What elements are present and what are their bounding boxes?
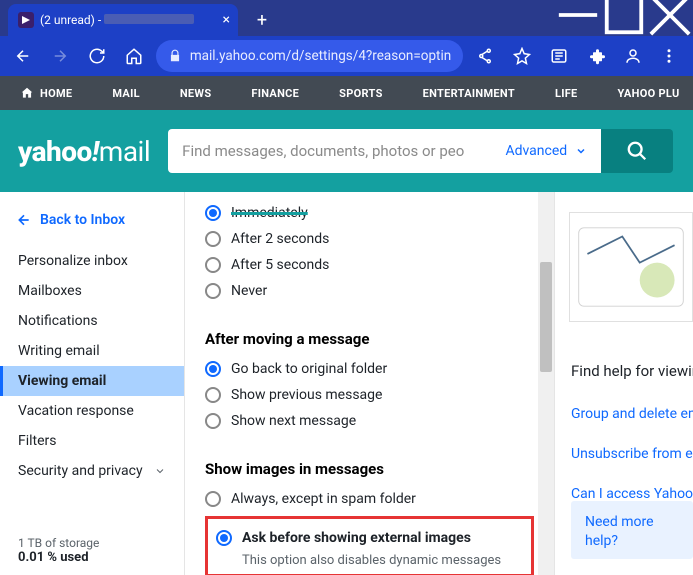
help-title: Find help for viewing [571,362,693,380]
more-help-box: Need more help? [571,501,693,559]
tab-favicon [18,12,34,28]
sidebar-item-personalize[interactable]: Personalize inbox [0,246,184,276]
nav-life[interactable]: LIFE [555,87,578,100]
reading-list-icon[interactable] [543,40,574,72]
yahoo-topnav: HOME MAIL NEWS FINANCE SPORTS ENTERTAINM… [0,76,693,110]
storage-info: 1 TB of storage 0.01 % used [18,536,99,565]
extensions-icon[interactable] [580,40,611,72]
menu-icon[interactable] [654,40,685,72]
radio-go-back[interactable]: Go back to original folder [205,356,534,382]
scrollbar-vertical[interactable] [538,192,554,575]
arrow-left-icon [16,212,32,228]
help-link-unsubscribe[interactable]: Unsubscribe from em [571,446,693,462]
browser-tab[interactable]: (2 unread) - × [8,4,238,36]
reload-icon[interactable] [82,40,113,72]
sidebar-item-filters[interactable]: Filters [0,426,184,456]
nav-finance[interactable]: FINANCE [251,87,299,100]
search-input[interactable] [182,142,491,160]
radio-never[interactable]: Never [205,278,534,304]
radio-always-except-spam[interactable]: Always, except in spam folder [205,486,534,512]
search-button[interactable] [601,129,673,173]
option-sublabel: This option also disables dynamic messag… [242,553,523,568]
nav-sports[interactable]: SPORTS [339,87,382,100]
more-help-link[interactable]: Need more help? [585,514,654,549]
search-icon [626,140,648,162]
sidebar-item-mailboxes[interactable]: Mailboxes [0,276,184,306]
profile-icon[interactable] [617,40,648,72]
browser-titlebar: (2 unread) - × + [0,0,693,36]
nav-yahoo-plus[interactable]: YAHOO PLU [618,87,680,100]
radio-immediately[interactable]: Immediately [205,200,534,226]
radio-show-previous[interactable]: Show previous message [205,382,534,408]
url-text: mail.yahoo.com/d/settings/4?reason=optin [190,48,451,64]
nav-entertainment[interactable]: ENTERTAINMENT [423,87,515,100]
minimize-icon[interactable] [555,0,601,30]
chevron-down-icon [575,145,587,157]
settings-panel: Immediately After 2 seconds After 5 seco… [185,192,555,575]
section-show-images: Show images in messages [205,460,534,478]
scrollbar-thumb[interactable] [540,262,552,372]
maximize-icon[interactable] [601,0,647,30]
new-tab-button[interactable]: + [248,6,276,34]
advanced-search-link[interactable]: Advanced [505,143,587,159]
help-panel: Find help for viewing Group and delete e… [555,192,693,575]
yahoo-mail-logo[interactable]: yahoo!mail [18,135,150,168]
nav-news[interactable]: NEWS [180,87,212,100]
address-bar[interactable]: mail.yahoo.com/d/settings/4?reason=optin [156,40,463,72]
nav-home[interactable]: HOME [20,86,72,100]
settings-sidebar: Back to Inbox Personalize inbox Mailboxe… [0,192,185,575]
sidebar-item-notifications[interactable]: Notifications [0,306,184,336]
radio-ask-before-showing[interactable]: Ask before showing external images [216,525,523,551]
radio-after-2s[interactable]: After 2 seconds [205,226,534,252]
radio-show-next[interactable]: Show next message [205,408,534,434]
back-icon[interactable] [8,40,39,72]
forward-icon [45,40,76,72]
help-link-group-delete[interactable]: Group and delete em [571,406,693,422]
search-bar: Advanced [168,129,673,173]
mail-header: yahoo!mail Advanced [0,110,693,192]
sidebar-item-vacation[interactable]: Vacation response [0,396,184,426]
radio-after-5s[interactable]: After 5 seconds [205,252,534,278]
nav-mail[interactable]: MAIL [112,87,140,100]
lock-icon [168,49,182,63]
share-icon[interactable] [469,40,500,72]
sidebar-item-viewing[interactable]: Viewing email [0,366,184,396]
chevron-down-icon [154,465,166,477]
sidebar-item-security[interactable]: Security and privacy [0,456,184,486]
close-window-icon[interactable] [647,0,693,30]
tab-title: (2 unread) - [40,13,194,27]
highlighted-option: Ask before showing external images This … [205,516,534,575]
sidebar-item-writing[interactable]: Writing email [0,336,184,366]
section-after-moving: After moving a message [205,330,534,348]
help-illustration [569,212,693,322]
close-tab-icon[interactable]: × [223,12,230,28]
back-to-inbox-link[interactable]: Back to Inbox [0,204,184,236]
help-link-access[interactable]: Can I access Yahoo M [571,486,693,502]
star-icon[interactable] [506,40,537,72]
browser-toolbar: mail.yahoo.com/d/settings/4?reason=optin [0,36,693,76]
home-icon[interactable] [119,40,150,72]
